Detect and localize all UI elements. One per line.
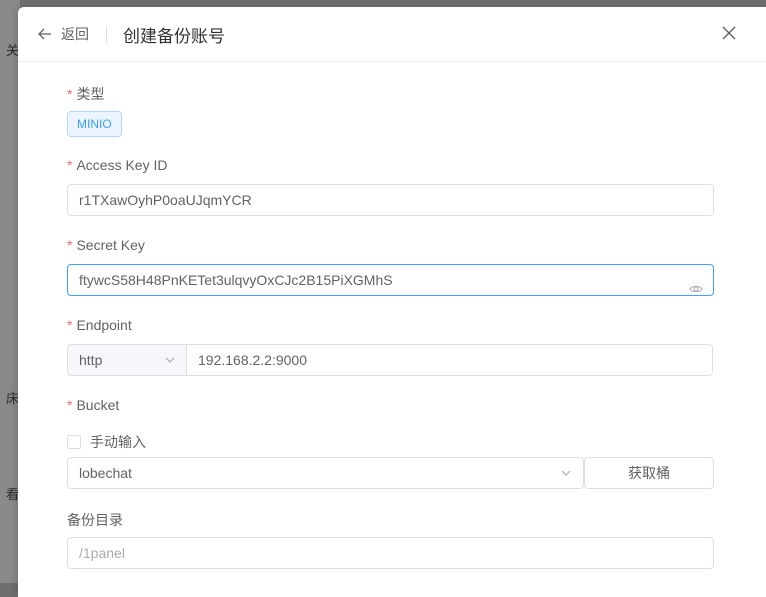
drawer-header: 返回 创建备份账号 [18,7,766,62]
endpoint-group: http 192.168.2.2:9000 [67,344,713,376]
secret-key-label: * Secret Key [67,237,145,253]
checkbox-box[interactable] [67,435,81,449]
required-mark: * [67,86,73,102]
eye-icon[interactable] [689,274,703,304]
backup-dir-placeholder: /1panel [79,545,125,561]
bucket-value: lobechat [79,465,132,481]
create-backup-account-drawer: 返回 创建备份账号 * 类型 MINIO * Access Key ID r1TXa… [18,7,766,597]
header-divider [106,26,107,42]
secret-key-input[interactable]: ftywcS58H48PnKETet3ulqvyOxCJc2B15PiXGMhS [67,264,714,296]
secret-key-value: ftywcS58H48PnKETet3ulqvyOxCJc2B15PiXGMhS [79,272,393,288]
type-label-text: 类型 [76,86,105,102]
protocol-value: http [79,352,103,368]
close-icon [722,26,736,40]
endpoint-label-text: Endpoint [76,317,132,333]
manual-input-checkbox[interactable]: 手动输入 [67,432,146,452]
manual-input-label: 手动输入 [90,434,146,450]
page-title: 创建备份账号 [123,26,225,46]
chevron-down-icon [561,470,571,476]
chevron-down-icon [165,357,175,363]
close-button[interactable] [722,26,736,45]
required-mark: * [67,237,73,253]
arrow-left-icon [38,28,51,40]
required-mark: * [67,157,73,173]
type-label: * 类型 [67,84,104,104]
bucket-select[interactable]: lobechat [67,457,584,489]
bucket-label-text: Bucket [76,397,120,413]
bucket-label: * Bucket [67,397,119,413]
access-key-input[interactable]: r1TXawOyhP0oaUJqmYCR [67,184,714,216]
endpoint-label: * Endpoint [67,317,132,333]
required-mark: * [67,317,73,333]
required-mark: * [67,397,73,413]
back-label: 返回 [61,26,89,42]
backup-dir-input[interactable]: /1panel [67,537,714,569]
endpoint-input[interactable]: 192.168.2.2:9000 [186,344,713,376]
protocol-select[interactable]: http [67,344,187,376]
fetch-buckets-button[interactable]: 获取桶 [584,457,714,489]
backup-dir-label: 备份目录 [67,512,123,528]
type-tag: MINIO [67,111,122,137]
secret-key-label-text: Secret Key [76,237,145,253]
back-button[interactable]: 返回 [38,24,89,44]
access-key-label: * Access Key ID [67,157,167,173]
access-key-label-text: Access Key ID [76,157,168,173]
